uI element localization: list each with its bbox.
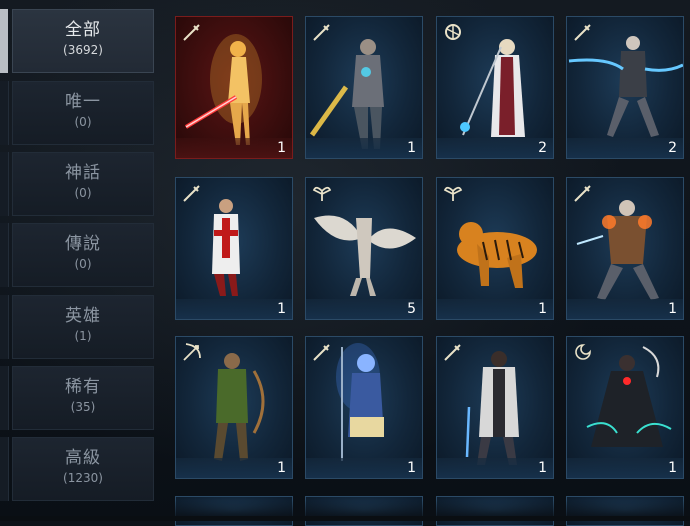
filter-tab-label: 傳說	[65, 234, 101, 254]
card-item[interactable]: 1	[175, 16, 293, 159]
rarity-filter-sidebar: 全部 (3692) 唯一 (0) 神話 (0) 傳說 (0) 英雄 (1) 稀有…	[0, 0, 165, 521]
filter-tab-mythic[interactable]: 神話 (0)	[12, 152, 154, 216]
sword-class-icon	[313, 344, 330, 361]
card-footer	[306, 138, 422, 158]
card-footer	[306, 458, 422, 478]
filter-tab-advanced[interactable]: 高級 (1230)	[12, 437, 154, 501]
filter-tab-count: (3692)	[63, 43, 103, 57]
filter-tab-count: (0)	[74, 186, 92, 200]
card-footer	[567, 138, 683, 158]
tab-edge	[0, 437, 9, 501]
card-count: 1	[407, 140, 416, 156]
tab-edge	[0, 295, 9, 359]
filter-tab-label: 神話	[65, 163, 101, 183]
wing-class-icon	[312, 186, 332, 201]
card-count: 2	[668, 140, 677, 156]
card-footer	[437, 138, 553, 158]
card-count: 2	[538, 140, 547, 156]
filter-tab-label: 高級	[65, 448, 101, 468]
sword-class-icon	[183, 24, 200, 41]
filter-tab-label: 唯一	[65, 92, 101, 112]
card-item[interactable]: 1	[566, 336, 684, 479]
card-footer	[437, 299, 553, 319]
card-item[interactable]: 5	[305, 177, 423, 320]
card-count: 1	[277, 460, 286, 476]
card-count: 1	[277, 301, 286, 317]
card-item[interactable]: 1	[305, 16, 423, 159]
filter-tab-count: (0)	[74, 115, 92, 129]
active-tab-indicator	[0, 9, 8, 73]
card-item[interactable]: 1	[305, 336, 423, 479]
card-footer	[176, 299, 292, 319]
filter-tab-heroic[interactable]: 英雄 (1)	[12, 295, 154, 359]
card-count: 1	[277, 140, 286, 156]
card-footer	[176, 458, 292, 478]
bow-class-icon	[183, 343, 201, 361]
tab-edge	[0, 366, 9, 430]
tab-edge	[0, 152, 9, 216]
card-item[interactable]: 1	[566, 177, 684, 320]
wing-class-icon	[443, 186, 463, 201]
sword-class-icon	[574, 185, 591, 202]
filter-tab-count: (35)	[70, 400, 96, 414]
card-item[interactable]: 1	[436, 177, 554, 320]
tab-edge	[0, 223, 9, 287]
filter-tab-rare[interactable]: 稀有 (35)	[12, 366, 154, 430]
sword-class-icon	[313, 24, 330, 41]
card-footer	[176, 138, 292, 158]
card-footer	[306, 299, 422, 319]
sword-class-icon	[183, 185, 200, 202]
card-count: 1	[407, 460, 416, 476]
filter-tab-count: (1)	[74, 329, 92, 343]
card-item[interactable]: 1	[436, 336, 554, 479]
card-count: 5	[407, 301, 416, 317]
card-count: 1	[538, 301, 547, 317]
card-item[interactable]: 2	[436, 16, 554, 159]
tab-edge	[0, 81, 9, 145]
card-count: 1	[668, 460, 677, 476]
filter-tab-legendary[interactable]: 傳說 (0)	[12, 223, 154, 287]
filter-tab-unique[interactable]: 唯一 (0)	[12, 81, 154, 145]
card-item[interactable]: 1	[175, 177, 293, 320]
card-item[interactable]: 1	[175, 336, 293, 479]
card-count: 1	[538, 460, 547, 476]
filter-tab-all[interactable]: 全部 (3692)	[12, 9, 154, 73]
crescent-class-icon	[575, 344, 591, 360]
filter-tab-count: (1230)	[63, 471, 103, 485]
filter-tab-label: 全部	[65, 20, 101, 40]
sword-class-icon	[574, 24, 591, 41]
filter-tab-label: 稀有	[65, 377, 101, 397]
sword-class-icon	[444, 344, 461, 361]
card-footer	[567, 299, 683, 319]
card-count: 1	[668, 301, 677, 317]
card-item[interactable]: 2	[566, 16, 684, 159]
card-footer	[567, 458, 683, 478]
filter-tab-count: (0)	[74, 257, 92, 271]
card-footer	[437, 458, 553, 478]
filter-tab-label: 英雄	[65, 306, 101, 326]
bottom-bar	[0, 516, 690, 521]
staff-class-icon	[445, 24, 461, 40]
